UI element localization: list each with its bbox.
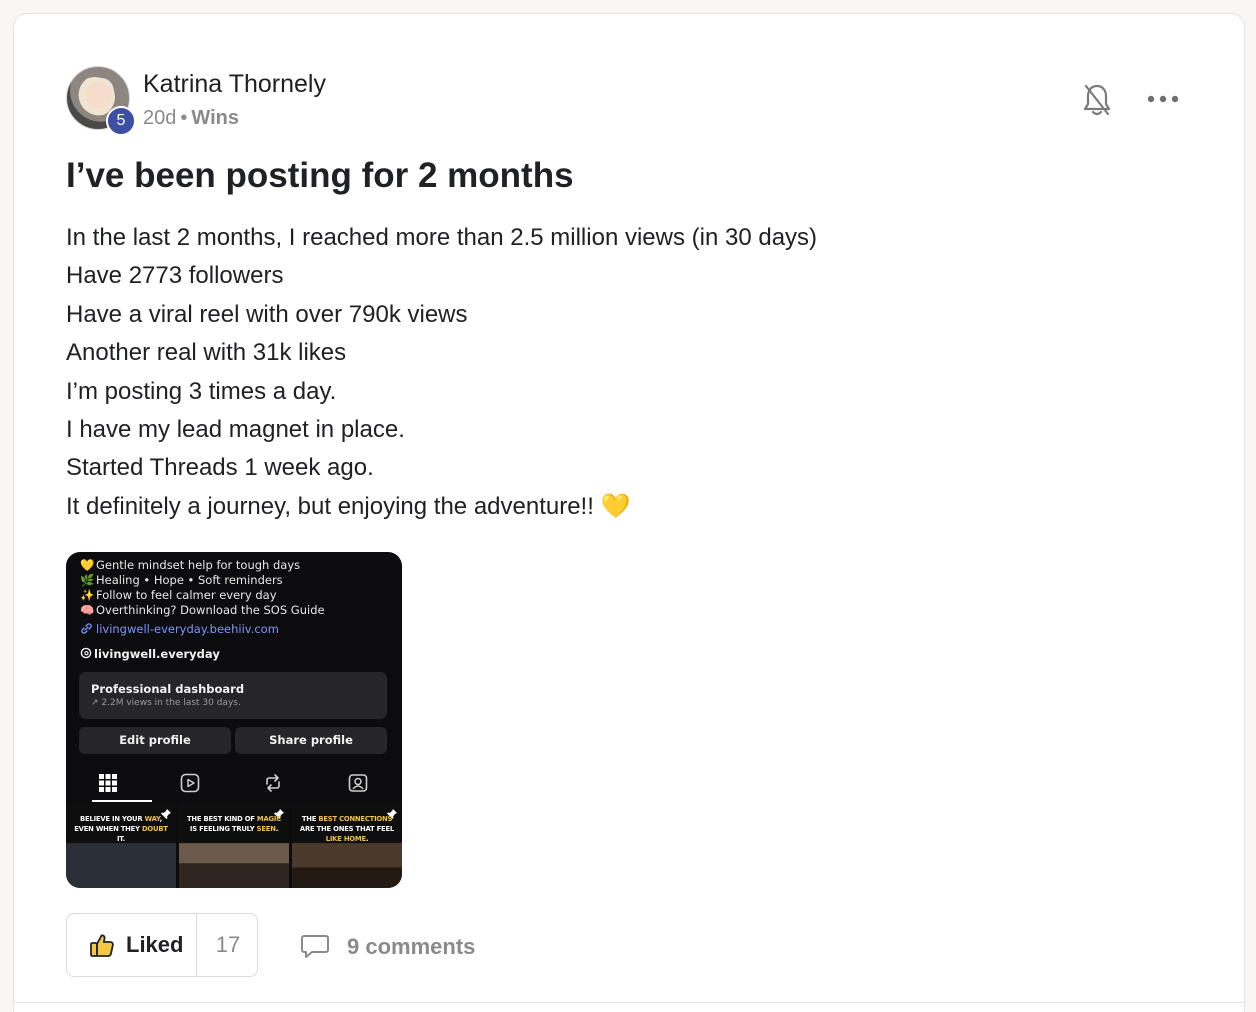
level-badge: 5 — [106, 106, 136, 136]
heart-emoji: 💛 — [600, 492, 631, 520]
post-card: 5 Katrina Thornely 20d • Wins I’ve been po… — [13, 13, 1245, 1012]
thumbnail-caption: THE BEST CONNECTIONS ARE THE ONES THAT F… — [299, 815, 395, 843]
repost-icon — [266, 774, 280, 792]
grid-icon — [99, 774, 117, 792]
post-line: Have 2773 followers — [66, 262, 284, 290]
post-line-last: It definitely a journey, but enjoying th… — [66, 488, 966, 526]
dashboard-title: Professional dashboard — [91, 682, 245, 696]
bio-text: Follow to feel calmer every day — [96, 588, 277, 602]
reels-icon — [180, 773, 200, 793]
bio-emoji: 💛 — [80, 558, 95, 572]
comments-button[interactable]: 9 comments — [300, 926, 490, 966]
post-body: In the last 2 months, I reached more tha… — [66, 219, 966, 526]
bio-text: Gentle mindset help for tough days — [96, 558, 301, 572]
more-icon[interactable] — [1146, 92, 1180, 106]
thumbnail-caption: BELIEVE IN YOUR WAY, EVEN WHEN THEY DOUB… — [74, 815, 168, 843]
bell-off-icon[interactable] — [1082, 82, 1112, 118]
link-icon — [81, 623, 92, 634]
professional-dashboard: Professional dashboard ↗ 2.2M views in t… — [79, 672, 387, 719]
reel-thumbnail: THE BEST CONNECTIONS ARE THE ONES THAT F… — [292, 804, 402, 888]
post-line: Have a viral reel with over 790k views — [66, 300, 468, 328]
bio-emoji: 🧠 — [80, 603, 95, 617]
comment-icon — [301, 935, 329, 958]
bio-text: Healing • Hope • Soft reminders — [96, 573, 283, 587]
post-title: I’ve been posting for 2 months — [66, 156, 574, 195]
avatar[interactable]: 5 — [66, 66, 136, 136]
like-button[interactable]: Liked — [67, 914, 196, 976]
comments-label: 9 comments — [347, 934, 476, 959]
bio-emoji: ✨ — [80, 588, 95, 602]
like-count[interactable]: 17 — [197, 914, 259, 976]
post-image-attachment[interactable]: 💛 Gentle mindset help for tough days 🌿 Hea… — [66, 552, 402, 888]
bio-text: Overthinking? Download the SOS Guide — [96, 603, 325, 617]
bio-emoji: 🌿 — [80, 573, 95, 587]
like-control: Liked 17 — [66, 913, 258, 977]
share-profile-button: Share profile — [235, 727, 387, 754]
bio-line: ✨ Follow to feel calmer every day — [80, 588, 277, 602]
like-label: Liked — [126, 932, 184, 957]
thumbs-up-icon — [90, 934, 114, 957]
handle-text: livingwell.everyday — [94, 647, 220, 661]
dashboard-subtitle: ↗ 2.2M views in the last 30 days. — [91, 698, 241, 708]
tagged-icon — [348, 774, 368, 792]
bio-line: 🌿 Healing • Hope • Soft reminders — [80, 573, 283, 587]
bio-line: 💛 Gentle mindset help for tough days — [80, 558, 300, 572]
card-divider — [14, 1002, 1244, 1003]
post-line: Started Threads 1 week ago. — [66, 454, 374, 482]
threads-icon — [80, 647, 92, 659]
post-time: 20d — [143, 107, 177, 129]
post-line: I have my lead magnet in place. — [66, 416, 405, 444]
active-tab-indicator — [92, 800, 152, 802]
threads-handle: livingwell.everyday — [80, 647, 220, 661]
bio-link: livingwell-everyday.beehiiv.com — [96, 622, 279, 636]
reel-thumbnail: BELIEVE IN YOUR WAY, EVEN WHEN THEY DOUB… — [66, 804, 176, 888]
thumbnail-caption: THE BEST KIND OF MAGIC IS FEELING TRULY … — [186, 815, 282, 833]
post-line-text: It definitely a journey, but enjoying th… — [66, 492, 594, 520]
bio-line: 🧠 Overthinking? Download the SOS Guide — [80, 603, 325, 617]
post-category[interactable]: Wins — [191, 107, 239, 129]
post-line: I’m posting 3 times a day. — [66, 377, 337, 405]
reel-thumbnail: THE BEST KIND OF MAGIC IS FEELING TRULY … — [179, 804, 289, 888]
bio-link-line: livingwell-everyday.beehiiv.com — [80, 622, 279, 636]
meta-separator: • — [180, 107, 188, 129]
post-line: In the last 2 months, I reached more tha… — [66, 224, 818, 251]
author-name[interactable]: Katrina Thornely — [143, 70, 326, 99]
post-meta: 20d • Wins — [143, 107, 239, 130]
post-line: Another real with 31k likes — [66, 339, 347, 367]
edit-profile-button: Edit profile — [79, 727, 231, 754]
